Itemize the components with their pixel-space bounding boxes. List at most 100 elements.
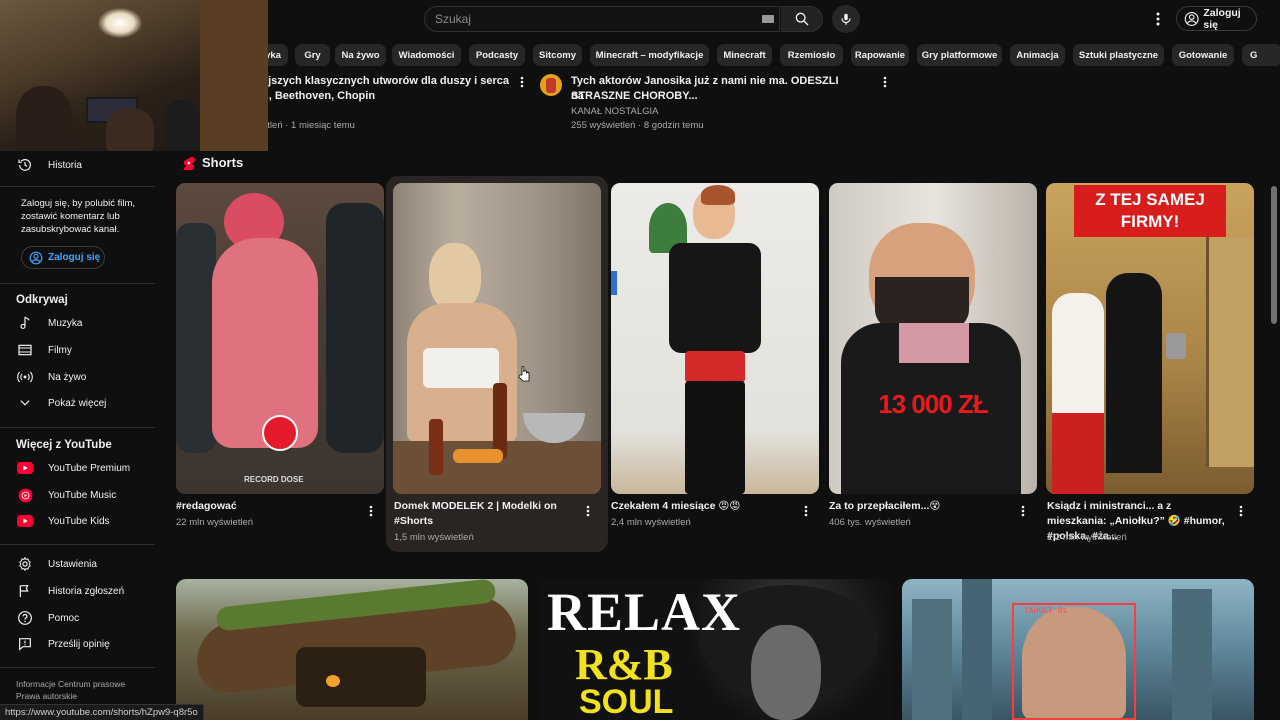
- sidebar-item-youtube-premium[interactable]: YouTube Premium: [0, 455, 155, 481]
- sauce-bottle: [429, 419, 443, 475]
- sidebar-item-label: Filmy: [48, 344, 72, 356]
- sidebar-item-history[interactable]: Historia: [0, 152, 155, 178]
- side-marker: [611, 271, 617, 295]
- short-title-3[interactable]: Czekałem 4 miesiące 😡😡: [611, 499, 791, 514]
- video-thumbnail-forest-cabin[interactable]: [176, 579, 528, 720]
- page-scrollbar[interactable]: [1271, 186, 1277, 324]
- sidebar-item-label: Historia: [48, 159, 82, 171]
- black-pants: [685, 381, 745, 494]
- video-more-button-1[interactable]: [517, 74, 527, 90]
- chip-more[interactable]: G: [1242, 44, 1280, 66]
- thumbnail-text-soul: SOUL: [579, 683, 674, 720]
- video-thumbnail-target[interactable]: TARGET 01: [902, 579, 1254, 720]
- skyscraper: [912, 599, 952, 720]
- sidebar-item-youtube-music[interactable]: YouTube Music: [0, 482, 155, 508]
- sidebar-item-help[interactable]: Pomoc: [0, 605, 155, 631]
- video-more-button-2[interactable]: [880, 74, 890, 90]
- person-head: [429, 243, 481, 311]
- search-button[interactable]: [781, 6, 823, 32]
- voice-search-button[interactable]: [832, 5, 860, 33]
- channel-avatar-2[interactable]: [540, 74, 562, 96]
- sidebar-item-label: Prześlij opinię: [48, 638, 110, 650]
- keyboard-icon[interactable]: [762, 15, 774, 23]
- settings-more-button[interactable]: [1148, 8, 1168, 30]
- sidebar-item-label: Na żywo: [48, 371, 87, 383]
- short-title-1[interactable]: #redagować: [176, 499, 356, 514]
- short-more-button-3[interactable]: [801, 503, 811, 519]
- video-title-1[interactable]: ejszych klasycznych utworów dla duszy i …: [262, 74, 512, 89]
- sidebar-item-label: Muzyka: [48, 317, 83, 329]
- campfire: [326, 675, 340, 687]
- chip-visual-arts[interactable]: Sztuki plastyczne: [1073, 44, 1164, 66]
- divider: [0, 186, 155, 187]
- short-thumbnail-1[interactable]: RECORD DOSE: [176, 183, 384, 494]
- short-more-button-5[interactable]: [1236, 503, 1246, 519]
- chip-minecraft-mods[interactable]: Minecraft – modyfikacje: [590, 44, 709, 66]
- black-tshirt: [669, 243, 761, 353]
- target-label: TARGET 01: [1024, 607, 1068, 616]
- more-vertical-icon: [520, 76, 524, 88]
- search-input[interactable]: [425, 7, 755, 31]
- footer-copyright-link[interactable]: Prawa autorskie: [16, 691, 77, 701]
- short-thumbnail-5[interactable]: Z TEJ SAMEJ FIRMY!: [1046, 183, 1254, 494]
- chip-podcasts[interactable]: Podcasty: [469, 44, 525, 66]
- chip-animation[interactable]: Animacja: [1010, 44, 1065, 66]
- short-overlay-text: Z TEJ SAMEJ FIRMY!: [1074, 185, 1226, 237]
- short-title-4[interactable]: Za to przepłaciłem...😵: [829, 499, 1009, 514]
- youtube-premium-icon: [16, 459, 34, 477]
- sidebar-item-show-more[interactable]: Pokaż więcej: [0, 390, 155, 416]
- sidebar-item-live[interactable]: Na żywo: [0, 364, 155, 390]
- chip-rap[interactable]: Rapowanie: [851, 44, 909, 66]
- sidebar-item-label: YouTube Music: [48, 489, 117, 501]
- short-more-button-4[interactable]: [1018, 503, 1028, 519]
- chip-cooking[interactable]: Gotowanie: [1172, 44, 1234, 66]
- chip-platformers[interactable]: Gry platformowe: [917, 44, 1002, 66]
- sidebar-item-report-history[interactable]: Historia zgłoszeń: [0, 578, 155, 604]
- wooden-shelf: [200, 0, 268, 151]
- sidebar-item-movies[interactable]: Filmy: [0, 337, 155, 363]
- red-shorts: [685, 351, 745, 383]
- sidebar-item-label: Pomoc: [48, 612, 80, 624]
- short-more-button-1[interactable]: [366, 503, 376, 519]
- more-vertical-icon: [369, 505, 373, 517]
- sidebar-signin-button[interactable]: Zaloguj się: [21, 246, 105, 269]
- more-vertical-icon: [804, 505, 808, 517]
- short-more-button-2[interactable]: [583, 503, 593, 519]
- shorts-logo-icon: [183, 156, 195, 170]
- more-vertical-icon: [1239, 505, 1243, 517]
- short-thumbnail-4[interactable]: 13 000 ZŁ: [829, 183, 1037, 494]
- mixing-bowl: [523, 413, 585, 443]
- person-3: [164, 100, 200, 151]
- chip-sitcoms[interactable]: Sitcomy: [533, 44, 582, 66]
- footer-links[interactable]: Informacje Centrum prasowe: [16, 679, 125, 689]
- film-icon: [16, 341, 34, 359]
- chip-live[interactable]: Na żywo: [335, 44, 386, 66]
- video-title-2-line2[interactable]: STRASZNE CHOROBY...: [571, 89, 698, 104]
- chip-news[interactable]: Wiadomości: [392, 44, 461, 66]
- sidebar-item-music[interactable]: Muzyka: [0, 310, 155, 336]
- short-thumbnail-2[interactable]: [393, 183, 601, 494]
- sidebar-item-settings[interactable]: Ustawienia: [0, 551, 155, 577]
- account-circle-icon: [29, 251, 43, 264]
- chopped-carrots: [453, 449, 503, 463]
- chip-minecraft[interactable]: Minecraft: [717, 44, 772, 66]
- riot-police-figure: [326, 203, 384, 453]
- pink-neck-scarf: [899, 323, 969, 363]
- short-title-2[interactable]: Domek MODELEK 2 | Modelki on #Shorts: [394, 499, 574, 529]
- video-title-1-line2[interactable]: n, Beethoven, Chopin: [262, 89, 375, 104]
- signin-button[interactable]: Zaloguj się: [1176, 6, 1257, 31]
- white-top: [423, 348, 499, 388]
- help-icon: [16, 609, 34, 627]
- short-thumbnail-3[interactable]: [611, 183, 819, 494]
- video-thumbnail-relax-rnb[interactable]: RELAX R&B SOUL: [539, 579, 891, 720]
- sidebar-item-youtube-kids[interactable]: YouTube Kids: [0, 508, 155, 534]
- sidebar-item-send-feedback[interactable]: Prześlij opinię: [0, 631, 155, 657]
- divider: [0, 667, 155, 668]
- chip-games[interactable]: Gry: [295, 44, 330, 66]
- sidebar-item-label: YouTube Kids: [48, 515, 110, 527]
- search-box[interactable]: [424, 6, 780, 32]
- video-channel-2[interactable]: KANAŁ NOSTALGIA: [571, 106, 658, 117]
- more-vertical-icon: [1021, 505, 1025, 517]
- chip-crafts[interactable]: Rzemiosło: [780, 44, 843, 66]
- flag-icon: [16, 582, 34, 600]
